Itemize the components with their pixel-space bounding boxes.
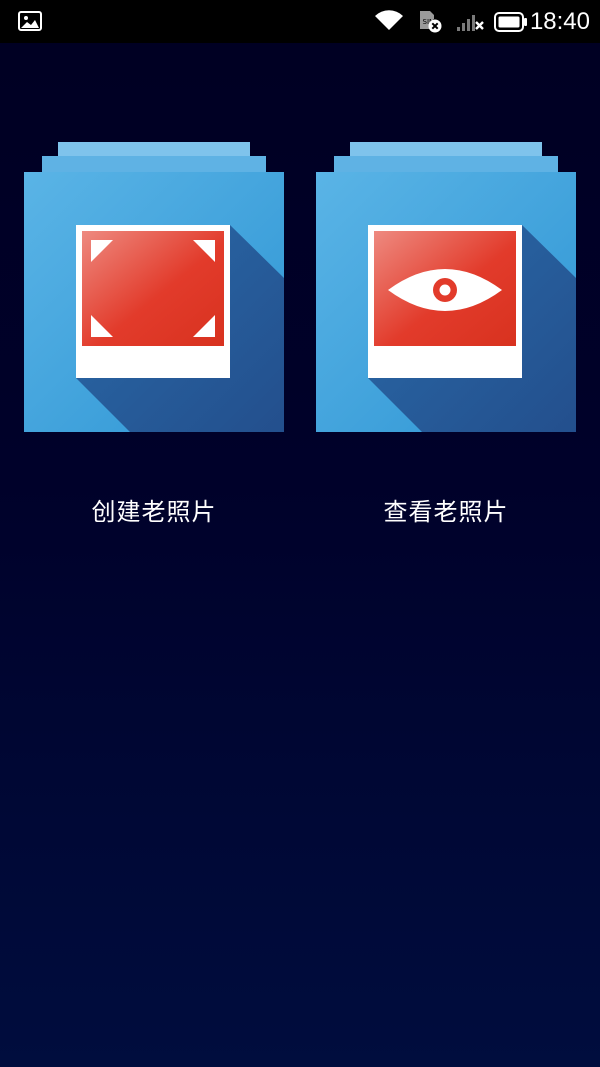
sim-card-error-icon: SIM [420, 11, 442, 33]
view-old-photos-label[interactable]: 查看老照片 [316, 492, 576, 532]
photo-stack-icon [24, 142, 284, 432]
status-time: 18:40 [529, 8, 590, 35]
create-old-photo-label[interactable]: 创建老照片 [24, 492, 284, 532]
create-old-photo-button[interactable] [24, 140, 284, 432]
status-bar: SIM 18:40 [0, 0, 600, 43]
view-old-photos-button[interactable] [316, 140, 576, 432]
battery-icon [494, 12, 527, 32]
gallery-notification-icon [18, 11, 42, 31]
photo-stack-icon [316, 142, 576, 432]
signal-no-service-icon [457, 15, 484, 31]
wifi-icon [375, 10, 403, 30]
